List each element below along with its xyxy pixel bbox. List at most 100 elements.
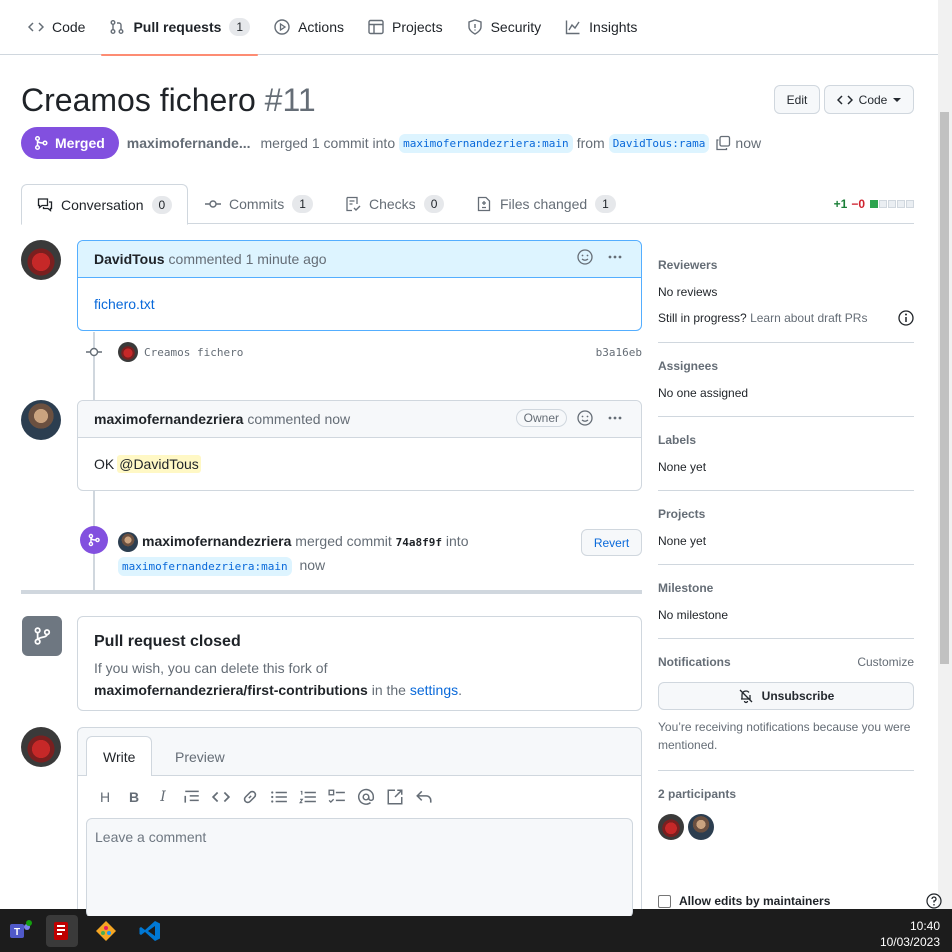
filezilla-app-icon[interactable] <box>46 915 78 947</box>
nav-actions[interactable]: Actions <box>266 0 352 55</box>
nav-code[interactable]: Code <box>20 0 93 55</box>
copy-icon[interactable] <box>715 135 731 151</box>
settings-link[interactable]: settings <box>410 682 458 698</box>
comment-textarea[interactable]: Leave a comment <box>86 818 633 916</box>
avatar[interactable] <box>21 727 61 767</box>
commit-sha[interactable]: b3a16eb <box>596 346 642 359</box>
tab-checks-count: 0 <box>423 195 445 213</box>
file-link[interactable]: fichero.txt <box>94 296 155 312</box>
smiley-icon[interactable] <box>577 249 593 265</box>
avatar[interactable] <box>21 400 61 440</box>
avatar[interactable] <box>688 814 714 840</box>
avatar[interactable] <box>658 814 684 840</box>
file-diff-icon <box>477 196 491 212</box>
base-branch[interactable]: maximofernandezriera:main <box>399 133 573 153</box>
comment-meta[interactable]: commented now <box>247 411 350 427</box>
pr-meta: Merged maximofernande... merged 1 commit… <box>21 127 761 159</box>
tab-files-changed[interactable]: Files changed 1 <box>476 184 616 224</box>
customize-link[interactable]: Customize <box>857 655 914 669</box>
nav-pull-requests[interactable]: Pull requests 1 <box>101 0 258 56</box>
kebab-horizontal-icon[interactable] <box>607 410 623 426</box>
question-icon[interactable] <box>926 893 942 909</box>
from-text: from <box>576 135 605 151</box>
comment-card: maximofernandezriera commented now Owner… <box>77 400 642 491</box>
tab-commits[interactable]: Commits 1 <box>205 184 313 224</box>
tab-conversation[interactable]: Conversation 0 <box>21 184 189 225</box>
comment-editor: Write Preview H B I Leave a comment <box>77 727 642 917</box>
reply-icon[interactable] <box>415 788 433 806</box>
head-branch[interactable]: DavidTous:rama <box>608 133 710 153</box>
revert-button[interactable]: Revert <box>581 529 642 556</box>
allow-edits-checkbox[interactable] <box>658 894 671 908</box>
nav-projects[interactable]: Projects <box>360 0 451 55</box>
scroll-thumb[interactable] <box>940 112 949 664</box>
pr-closed-line: If you wish, you can delete this fork of <box>94 660 328 676</box>
draft-prefix: Still in progress? <box>658 311 747 325</box>
period: . <box>458 682 462 698</box>
avatar[interactable] <box>118 342 138 362</box>
unsubscribe-button[interactable]: Unsubscribe <box>658 682 914 710</box>
comment-card: DavidTous commented 1 minute ago fichero… <box>77 240 642 331</box>
tab-preview[interactable]: Preview <box>159 736 241 777</box>
tab-checks[interactable]: Checks 0 <box>345 184 445 224</box>
heading-button[interactable]: H <box>96 788 114 806</box>
smiley-icon[interactable] <box>577 410 593 426</box>
milestone-title[interactable]: Milestone <box>658 581 914 595</box>
merge-commit-sha[interactable]: 74a8f9f <box>396 536 442 549</box>
table-icon <box>368 19 384 35</box>
kebab-horizontal-icon[interactable] <box>607 249 623 265</box>
comment-author[interactable]: DavidTous <box>94 251 165 267</box>
code-button[interactable]: Code <box>824 85 914 114</box>
notifications-note: You’re receiving notifications because y… <box>658 720 911 752</box>
repo-nav: Code Pull requests 1 Actions Projects Se… <box>0 0 938 56</box>
commit-message[interactable]: Creamos fichero <box>144 346 243 359</box>
cross-reference-icon[interactable] <box>386 788 404 806</box>
avatar[interactable] <box>118 532 138 553</box>
graph-icon <box>565 20 580 35</box>
labels-title[interactable]: Labels <box>658 433 914 447</box>
merge-target-branch[interactable]: maximofernandezriera:main <box>118 557 292 576</box>
in-the-text: in the <box>371 682 406 698</box>
info-icon[interactable] <box>898 310 914 326</box>
edit-button[interactable]: Edit <box>774 85 820 114</box>
fork-repo-name: maximofernandezriera/first-contributions <box>94 682 368 698</box>
tab-files-changed-label: Files changed <box>500 196 588 212</box>
system-clock[interactable]: 10:40 10/03/2023 <box>880 918 940 950</box>
mention-icon[interactable] <box>357 788 375 806</box>
caret-down-icon <box>893 97 902 102</box>
draft-pr-link[interactable]: Learn about draft PRs <box>750 311 867 325</box>
link-icon[interactable] <box>241 788 259 806</box>
tasklist-icon[interactable] <box>328 788 346 806</box>
bold-button[interactable]: B <box>125 788 143 806</box>
merge-time: now <box>299 557 326 573</box>
nav-code-label: Code <box>52 19 86 35</box>
allow-edits-label[interactable]: Allow edits by maintainers <box>679 894 830 908</box>
merge-author[interactable]: maximofernandezriera <box>142 533 291 549</box>
sourcetree-app-icon[interactable] <box>90 915 122 947</box>
play-icon <box>274 19 290 35</box>
comment-author[interactable]: maximofernandezriera <box>94 411 243 427</box>
merge-icon <box>88 533 100 547</box>
reviewers-title[interactable]: Reviewers <box>658 258 914 272</box>
comment-meta[interactable]: commented 1 minute ago <box>169 251 327 267</box>
ordered-list-icon[interactable] <box>299 788 317 806</box>
pr-author[interactable]: maximofernande... <box>127 135 251 151</box>
italic-button[interactable]: I <box>154 788 172 806</box>
nav-security[interactable]: Security <box>459 0 550 55</box>
git-branch-icon <box>34 627 51 645</box>
teams-app-icon[interactable]: T <box>4 915 36 947</box>
assignees-title[interactable]: Assignees <box>658 359 914 373</box>
merge-event-icon <box>80 526 108 554</box>
unordered-list-icon[interactable] <box>270 788 288 806</box>
nav-insights[interactable]: Insights <box>557 0 645 55</box>
page-scrollbar[interactable] <box>938 0 952 909</box>
projects-title[interactable]: Projects <box>658 507 914 521</box>
vscode-app-icon[interactable] <box>134 915 166 947</box>
projects-value: None yet <box>658 534 707 548</box>
user-mention[interactable]: @DavidTous <box>117 455 201 473</box>
avatar[interactable] <box>21 240 61 280</box>
tab-write[interactable]: Write <box>86 736 153 777</box>
quote-icon[interactable] <box>183 788 201 806</box>
tab-conversation-count: 0 <box>151 195 173 214</box>
code-icon[interactable] <box>212 788 230 806</box>
